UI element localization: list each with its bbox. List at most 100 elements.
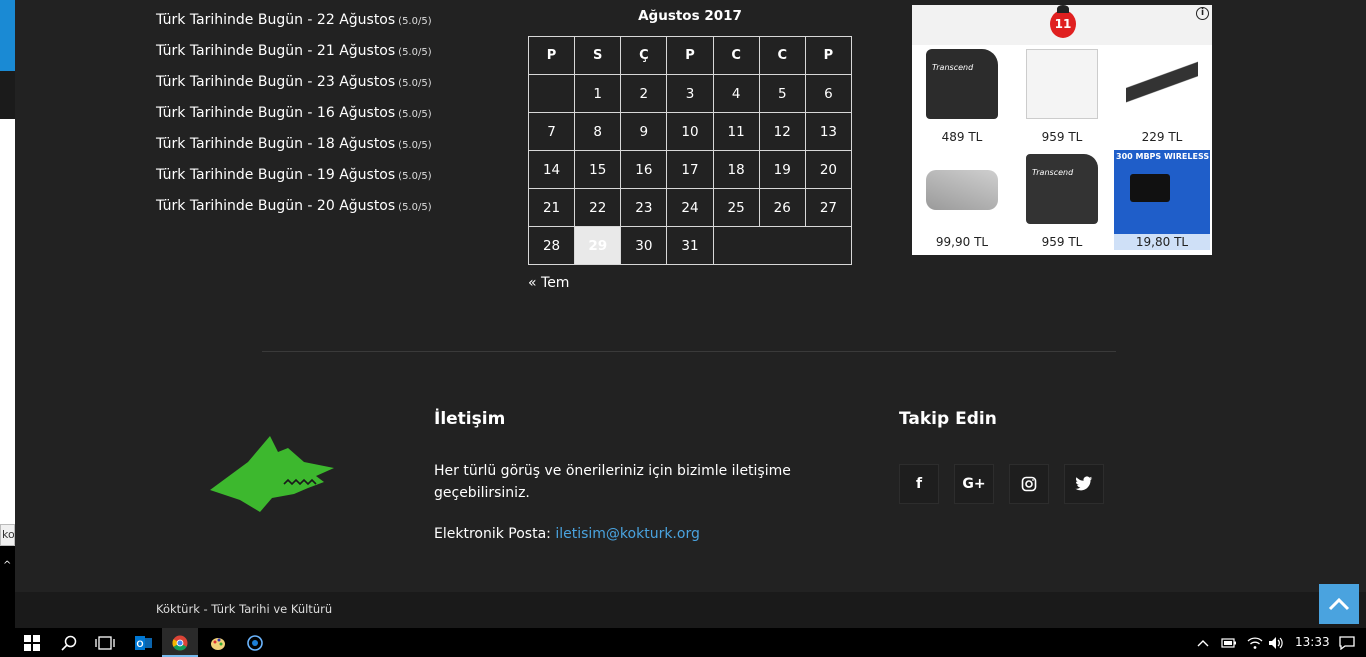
post-link[interactable]: Türk Tarihinde Bugün - 18 Ağustos (5.0/5): [156, 133, 486, 164]
calendar-day: 24: [666, 188, 714, 227]
chevron-up-icon: [1328, 597, 1350, 611]
calendar-day: 17: [666, 150, 714, 189]
jetdrive-image: Transcend: [1026, 154, 1098, 224]
calendar-day: 8: [574, 112, 622, 151]
calendar-day: 27: [804, 188, 853, 227]
post-title[interactable]: Türk Tarihinde Bugün - 20 Ağustos: [156, 198, 395, 214]
calendar-week-row: 28 29 30 31: [527, 226, 853, 265]
calendar-prev-month-link[interactable]: « Tem: [528, 275, 852, 291]
ad-header: 11 i: [912, 5, 1212, 45]
info-icon[interactable]: i: [1196, 7, 1209, 20]
weekday-header: C: [758, 36, 806, 75]
calendar-day: 26: [758, 188, 806, 227]
volume-icon[interactable]: [1268, 628, 1284, 657]
paint-icon[interactable]: [200, 628, 236, 657]
calendar-day: 28: [527, 226, 576, 265]
post-title[interactable]: Türk Tarihinde Bugün - 19 Ağustos: [156, 167, 395, 183]
instagram-icon[interactable]: [1009, 464, 1049, 504]
post-link[interactable]: Türk Tarihinde Bugün - 22 Ağustos (5.0/5): [156, 9, 486, 40]
app-icon[interactable]: [237, 628, 273, 657]
show-hidden-icons-chevron[interactable]: [1197, 628, 1209, 657]
microphone-image: [1126, 49, 1198, 119]
weekday-header: S: [574, 36, 622, 75]
facebook-icon[interactable]: f: [899, 464, 939, 504]
action-center-icon[interactable]: [1339, 628, 1355, 657]
windows-taskbar: O 13:33: [0, 628, 1366, 657]
calendar-week-row: 21 22 23 24 25 26 27: [527, 188, 853, 227]
calendar-day: 18: [712, 150, 760, 189]
chrome-icon[interactable]: [162, 628, 198, 657]
calendar-day: 10: [666, 112, 714, 151]
calendar-day: 1: [574, 74, 622, 113]
social-links: f G+: [899, 464, 1119, 504]
taskbar-clock[interactable]: 13:33: [1295, 628, 1330, 657]
calendar-day: 6: [804, 74, 853, 113]
wifi-icon[interactable]: [1247, 628, 1263, 657]
ad-product[interactable]: 300 MBPS WIRELESS 19,80 TL: [1114, 150, 1210, 250]
calendar-day: 19: [758, 150, 806, 189]
post-title[interactable]: Türk Tarihinde Bugün - 22 Ağustos: [156, 12, 395, 28]
post-link[interactable]: Türk Tarihinde Bugün - 16 Ağustos (5.0/5): [156, 102, 486, 133]
calendar-day: 31: [666, 226, 714, 265]
post-link[interactable]: Türk Tarihinde Bugün - 21 Ağustos (5.0/5): [156, 40, 486, 71]
post-rating: (5.0/5): [398, 78, 432, 89]
calendar-day: 5: [758, 74, 806, 113]
wifi-adapter-image: 300 MBPS WIRELESS: [1114, 150, 1210, 234]
calendar-day: 13: [804, 112, 853, 151]
product-label: Transcend: [1032, 168, 1074, 177]
post-link[interactable]: Türk Tarihinde Bugün - 20 Ağustos (5.0/5): [156, 195, 486, 226]
scroll-to-top-button[interactable]: [1319, 584, 1359, 624]
ad-product[interactable]: 959 TL: [1014, 45, 1110, 145]
caret-up-icon: ^: [3, 560, 12, 571]
twitter-icon[interactable]: [1064, 464, 1104, 504]
google-plus-icon[interactable]: G+: [954, 464, 994, 504]
email-line: Elektronik Posta: iletisim@kokturk.org: [434, 523, 794, 545]
post-rating: (5.0/5): [398, 202, 432, 213]
post-rating: (5.0/5): [398, 47, 432, 58]
email-link[interactable]: iletisim@kokturk.org: [555, 526, 700, 542]
calendar-caption: Ağustos 2017: [638, 8, 742, 24]
card-package-image: [1026, 49, 1098, 119]
product-price: 19,80 TL: [1135, 235, 1189, 249]
weekday-header: P: [804, 36, 853, 75]
footer-bottom-bar: Köktürk - Türk Tarihi ve Kültürü: [15, 592, 1366, 628]
post-title[interactable]: Türk Tarihinde Bugün - 16 Ağustos: [156, 105, 395, 121]
windows-start-icon[interactable]: [14, 628, 50, 657]
follow-title: Takip Edin: [899, 409, 997, 429]
product-price: 229 TL: [1141, 130, 1183, 144]
outlook-icon[interactable]: O: [126, 628, 162, 657]
product-label: Transcend: [932, 63, 974, 72]
calendar-widget: Ağustos 2017 PSÇPCCP 1 2 3 4 5 6 7 8 9 10 11 12 13 14…: [527, 6, 853, 291]
background-window-edge-dark: [0, 71, 15, 119]
ad-product[interactable]: 229 TL: [1114, 45, 1210, 145]
product-label: 300 MBPS WIRELESS: [1116, 152, 1210, 161]
search-icon[interactable]: [51, 628, 87, 657]
footer-divider: [262, 351, 1116, 352]
ad-product[interactable]: 99,90 TL: [914, 150, 1010, 250]
post-link[interactable]: Türk Tarihinde Bugün - 23 Ağustos (5.0/5): [156, 71, 486, 102]
advertisement-banner[interactable]: 11 i Transcend 489 TL 959 TL 229 TL 99,9…: [912, 5, 1212, 255]
memory-card-image: Transcend: [926, 49, 998, 119]
post-link[interactable]: Türk Tarihinde Bugün - 19 Ağustos (5.0/5): [156, 164, 486, 195]
n11-logo[interactable]: 11: [1050, 5, 1076, 38]
calendar-day: 12: [758, 112, 806, 151]
background-window-edge-white: [0, 119, 15, 546]
weekday-header: P: [527, 36, 576, 75]
post-rating: (5.0/5): [398, 109, 432, 120]
battery-icon[interactable]: [1221, 628, 1237, 657]
copyright-text: Köktürk - Türk Tarihi ve Kültürü: [156, 602, 333, 616]
calendar-day: 9: [620, 112, 668, 151]
calendar-pad-cell: [527, 74, 576, 113]
calendar-week-row: 14 15 16 17 18 19 20: [527, 150, 853, 189]
calendar-day: 30: [620, 226, 668, 265]
calendar-week-row: 7 8 9 10 11 12 13: [527, 112, 853, 151]
post-title[interactable]: Türk Tarihinde Bugün - 21 Ağustos: [156, 43, 395, 59]
post-title[interactable]: Türk Tarihinde Bugün - 23 Ağustos: [156, 74, 395, 90]
ad-product[interactable]: Transcend 959 TL: [1014, 150, 1110, 250]
calendar-day: 20: [804, 150, 853, 189]
product-price: 959 TL: [1041, 235, 1083, 249]
task-view-icon[interactable]: [87, 628, 123, 657]
post-title[interactable]: Türk Tarihinde Bugün - 18 Ağustos: [156, 136, 395, 152]
ad-product[interactable]: Transcend 489 TL: [914, 45, 1010, 145]
usb-drive-image: [926, 170, 998, 210]
